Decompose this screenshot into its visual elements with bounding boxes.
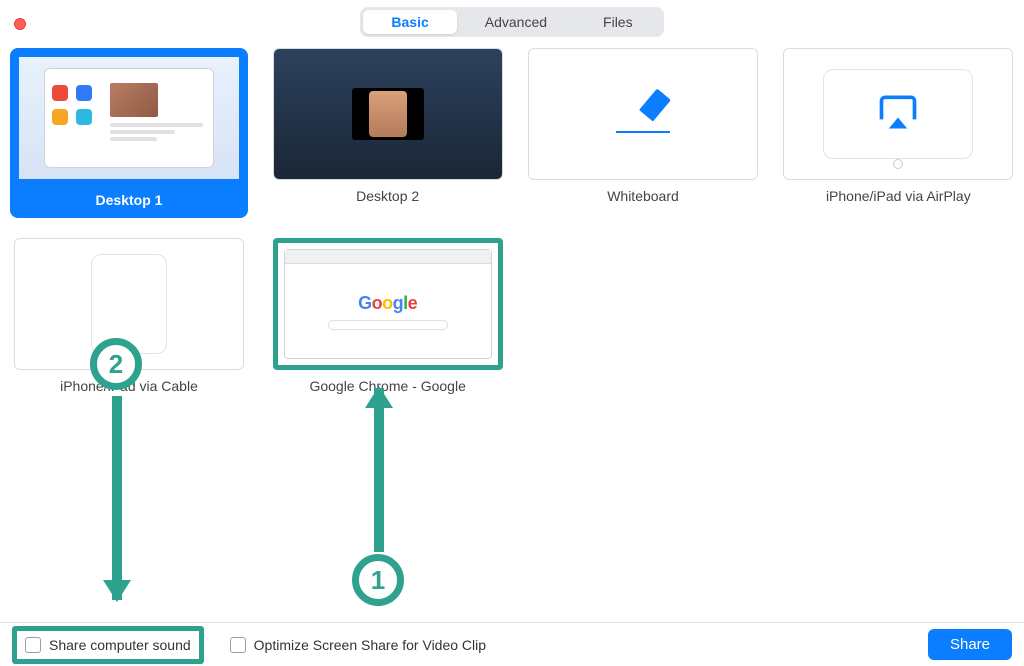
label-desktop-1: Desktop 1 [96,192,163,214]
thumb-airplay [783,48,1013,180]
optimize-checkbox[interactable] [230,637,246,653]
share-sound-row[interactable]: Share computer sound [12,626,204,664]
tile-desktop-2[interactable]: Desktop 2 [272,48,503,218]
tile-airplay[interactable]: iPhone/iPad via AirPlay [783,48,1014,218]
google-logo: Google [358,293,417,314]
optimize-label: Optimize Screen Share for Video Clip [254,637,486,653]
share-sound-label: Share computer sound [49,637,191,653]
tab-group: Basic Advanced Files [360,7,663,37]
annotation-step-2: 2 [90,338,142,390]
label-desktop-2: Desktop 2 [356,188,419,204]
thumb-chrome: Google [273,238,503,370]
optimize-row[interactable]: Optimize Screen Share for Video Clip [222,631,494,659]
annotation-step-1: 1 [352,554,404,606]
tab-files[interactable]: Files [575,10,661,34]
label-whiteboard: Whiteboard [607,188,679,204]
thumb-whiteboard [528,48,758,180]
phone-cable-icon [91,254,167,354]
share-sound-checkbox[interactable] [25,637,41,653]
tab-basic[interactable]: Basic [363,10,456,34]
window-close-dot[interactable] [14,18,26,30]
airplay-icon [876,90,920,139]
tab-advanced[interactable]: Advanced [457,10,575,34]
top-tab-bar: Basic Advanced Files [0,0,1024,36]
pencil-icon [616,95,670,133]
share-options-grid: Desktop 1 Desktop 2 Whiteboard iPhone/iP… [0,36,1024,394]
tile-chrome[interactable]: Google Google Chrome - Google [272,238,503,394]
share-button[interactable]: Share [928,629,1012,660]
tile-whiteboard[interactable]: Whiteboard [527,48,758,218]
annotation-arrow-2 [112,396,122,600]
bottom-bar: Share computer sound Optimize Screen Sha… [0,622,1024,666]
tile-desktop-1[interactable]: Desktop 1 [10,48,248,218]
thumb-desktop-2 [273,48,503,180]
home-button-icon [893,159,903,169]
annotation-arrow-1 [374,388,384,552]
thumb-desktop-1 [14,52,244,184]
label-airplay: iPhone/iPad via AirPlay [826,188,971,204]
